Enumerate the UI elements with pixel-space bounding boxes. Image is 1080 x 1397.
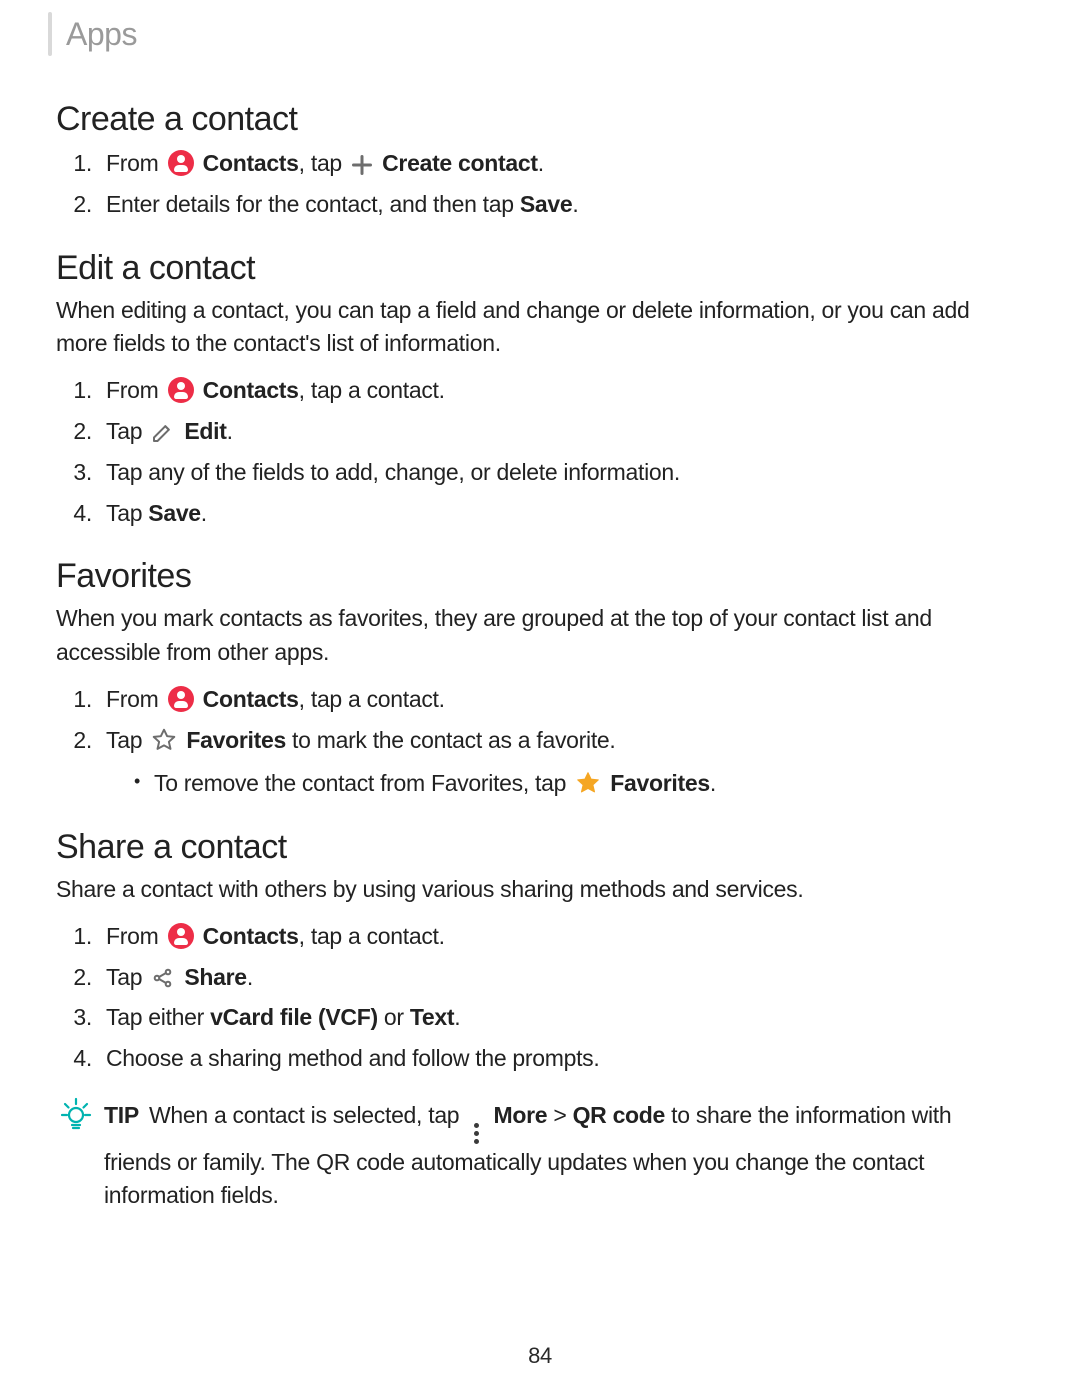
share-step-2: Tap Share.	[98, 959, 1024, 996]
share-step-4: Choose a sharing method and follow the p…	[98, 1040, 1024, 1077]
create-step-2: Enter details for the contact, and then …	[98, 186, 1024, 223]
text: .	[538, 150, 544, 176]
text: Enter details for the contact, and then …	[106, 191, 520, 217]
text: .	[247, 964, 253, 990]
save-label: Save	[520, 191, 573, 217]
text: , tap	[299, 150, 342, 176]
plus-icon	[351, 154, 373, 176]
text: Choose a sharing method and follow the p…	[106, 1045, 599, 1071]
tip-label: TIP	[104, 1102, 139, 1128]
page: Apps Create a contact From Contacts, tap…	[0, 0, 1080, 1397]
create-steps: From Contacts, tap Create contact. Enter…	[56, 145, 1024, 223]
share-steps: From Contacts, tap a contact. Tap Share.…	[56, 918, 1024, 1077]
favorites-label: Favorites	[186, 727, 286, 753]
edit-pencil-icon	[151, 420, 175, 444]
text: From	[106, 377, 158, 403]
favorites-substep-1: To remove the contact from Favorites, ta…	[134, 765, 1024, 802]
text-label: Text	[410, 1004, 454, 1030]
text: , tap a contact.	[299, 377, 445, 403]
text: From	[106, 686, 158, 712]
edit-label: Edit	[184, 418, 226, 444]
contacts-app-icon	[168, 377, 194, 403]
edit-step-2: Tap Edit.	[98, 413, 1024, 450]
header-rule	[48, 12, 52, 56]
favorites-substeps: To remove the contact from Favorites, ta…	[106, 765, 1024, 802]
lightbulb-icon	[56, 1095, 104, 1135]
tip-block: TIP When a contact is selected, tap More…	[56, 1099, 1024, 1212]
text: From	[106, 923, 158, 949]
contacts-label: Contacts	[203, 377, 299, 403]
text: .	[454, 1004, 460, 1030]
contacts-label: Contacts	[203, 923, 299, 949]
edit-step-4: Tap Save.	[98, 495, 1024, 532]
text: Tap any of the fields to add, change, or…	[106, 459, 680, 485]
text: Tap	[106, 500, 148, 526]
text: .	[710, 770, 716, 796]
share-intro: Share a contact with others by using var…	[56, 873, 1024, 906]
vcf-label: vCard file (VCF)	[210, 1004, 378, 1030]
star-filled-icon	[575, 770, 601, 796]
more-vertical-icon	[468, 1122, 484, 1146]
share-step-1: From Contacts, tap a contact.	[98, 918, 1024, 955]
page-number: 84	[0, 1343, 1080, 1369]
edit-step-3: Tap any of the fields to add, change, or…	[98, 454, 1024, 491]
contacts-label: Contacts	[203, 686, 299, 712]
share-step-3: Tap either vCard file (VCF) or Text.	[98, 999, 1024, 1036]
share-label: Share	[184, 964, 246, 990]
favorites-step-2: Tap Favorites to mark the contact as a f…	[98, 722, 1024, 802]
contacts-app-icon	[168, 923, 194, 949]
text: , tap a contact.	[299, 686, 445, 712]
text: From	[106, 150, 158, 176]
text: .	[227, 418, 233, 444]
text: .	[572, 191, 578, 217]
text: When a contact is selected, tap	[143, 1102, 459, 1128]
text: or	[378, 1004, 410, 1030]
heading-share-contact: Share a contact	[56, 828, 1024, 867]
text: Tap	[106, 964, 142, 990]
favorites-intro: When you mark contacts as favorites, the…	[56, 602, 1024, 669]
edit-step-1: From Contacts, tap a contact.	[98, 372, 1024, 409]
heading-favorites: Favorites	[56, 557, 1024, 596]
text: Tap	[106, 418, 142, 444]
create-contact-label: Create contact	[382, 150, 538, 176]
tip-text: TIP When a contact is selected, tap More…	[104, 1099, 1024, 1212]
page-header: Apps	[48, 12, 1024, 56]
heading-create-contact: Create a contact	[56, 100, 1024, 139]
text: >	[547, 1102, 572, 1128]
contacts-label: Contacts	[203, 150, 299, 176]
edit-steps: From Contacts, tap a contact. Tap Edit. …	[56, 372, 1024, 531]
favorites-label: Favorites	[610, 770, 710, 796]
favorites-step-1: From Contacts, tap a contact.	[98, 681, 1024, 718]
breadcrumb-label: Apps	[66, 16, 137, 53]
text: To remove the contact from Favorites, ta…	[154, 770, 566, 796]
favorites-steps: From Contacts, tap a contact. Tap Favori…	[56, 681, 1024, 801]
qr-code-label: QR code	[573, 1102, 665, 1128]
create-step-1: From Contacts, tap Create contact.	[98, 145, 1024, 182]
share-icon	[151, 966, 175, 990]
heading-edit-contact: Edit a contact	[56, 249, 1024, 288]
text: .	[201, 500, 207, 526]
star-outline-icon	[151, 727, 177, 753]
edit-intro: When editing a contact, you can tap a fi…	[56, 294, 1024, 361]
save-label: Save	[148, 500, 201, 526]
text: to mark the contact as a favorite.	[286, 727, 616, 753]
contacts-app-icon	[168, 686, 194, 712]
text: , tap a contact.	[299, 923, 445, 949]
more-label: More	[494, 1102, 548, 1128]
text: Tap either	[106, 1004, 210, 1030]
text: Tap	[106, 727, 142, 753]
contacts-app-icon	[168, 150, 194, 176]
